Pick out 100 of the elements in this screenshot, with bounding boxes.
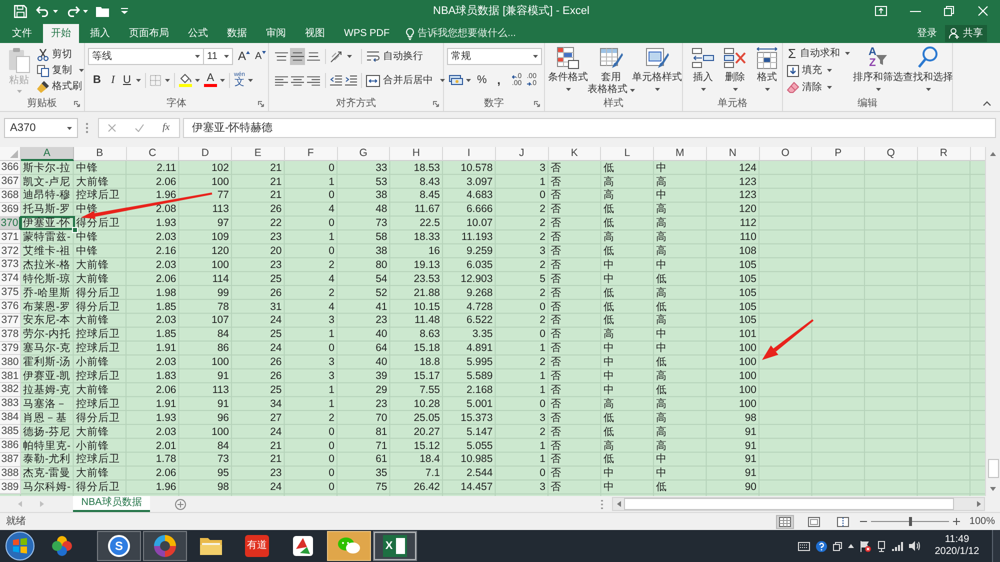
find-select-button[interactable]: 查找和选择 <box>903 46 953 96</box>
column-header[interactable]: O <box>760 147 812 161</box>
column-header[interactable]: F <box>284 147 338 161</box>
taskbar-button[interactable]: S <box>97 531 141 561</box>
overlapping-squares-icon[interactable] <box>833 542 842 550</box>
row-header[interactable]: 372 <box>0 244 21 258</box>
horizontal-scrollbar[interactable] <box>612 497 985 511</box>
row-header[interactable]: 383 <box>0 397 21 412</box>
check-icon[interactable] <box>134 124 144 132</box>
flag-icon[interactable] <box>860 540 871 552</box>
delete-cells-button[interactable]: 删除 <box>719 47 751 96</box>
accounting-format-button[interactable] <box>449 74 471 86</box>
scrollbar-thumb[interactable] <box>624 498 954 510</box>
caret-up-icon[interactable] <box>848 544 854 548</box>
format-as-table-button[interactable]: 套用 表格格式 <box>590 46 632 96</box>
row-header[interactable]: 386 <box>0 438 21 453</box>
row-header[interactable]: 373 <box>0 258 21 272</box>
restore-icon[interactable] <box>944 6 954 16</box>
customize-toolbar-icon[interactable] <box>121 8 128 14</box>
row-header[interactable]: 378 <box>0 328 21 342</box>
bold-button[interactable]: B <box>90 74 104 86</box>
row-header[interactable]: 389 <box>0 480 21 494</box>
column-header[interactable]: C <box>126 147 180 161</box>
wrap-text-button[interactable]: 自动换行 <box>366 49 423 64</box>
minimize-icon[interactable] <box>910 10 920 12</box>
column-header[interactable]: B <box>74 147 126 161</box>
column-header[interactable]: G <box>338 147 390 161</box>
percent-button[interactable]: % <box>477 74 487 86</box>
column-header[interactable]: E <box>232 147 285 161</box>
column-header[interactable]: H <box>390 147 443 161</box>
column-header[interactable]: I <box>443 147 496 161</box>
scroll-right-icon[interactable] <box>976 501 980 507</box>
format-painter-button[interactable]: 格式刷 <box>37 79 84 94</box>
keyboard-icon[interactable] <box>798 542 810 550</box>
row-header[interactable]: 385 <box>0 424 21 439</box>
font-name-field[interactable]: 等线 <box>88 48 204 65</box>
cut-button[interactable]: 剪切 <box>37 47 84 62</box>
slider-thumb[interactable] <box>908 517 912 526</box>
shrink-font-button[interactable]: A <box>255 49 266 64</box>
row-header[interactable]: 388 <box>0 466 21 480</box>
column-header[interactable]: D <box>179 147 232 161</box>
ribbon-tab[interactable]: 公式 <box>180 24 216 43</box>
share-button[interactable]: 共享 <box>945 25 987 42</box>
signal-bars-icon[interactable] <box>892 542 903 550</box>
scroll-down-icon[interactable] <box>990 487 996 491</box>
decrease-indent-icon[interactable] <box>330 75 342 86</box>
dialog-launcher-icon[interactable] <box>74 101 80 107</box>
row-header[interactable]: 387 <box>0 452 21 467</box>
sort-filter-button[interactable]: A Z 排序和筛选 <box>853 46 903 96</box>
copy-button[interactable]: 复制 <box>37 63 84 78</box>
taskbar-button[interactable]: 有道 <box>235 531 279 561</box>
row-header[interactable]: 382 <box>0 383 21 398</box>
dialog-launcher-icon[interactable] <box>534 101 540 107</box>
font-color-button[interactable]: A <box>204 73 225 87</box>
ribbon-tab[interactable]: 页面布局 <box>121 24 177 43</box>
row-header[interactable]: 379 <box>0 342 21 356</box>
column-header[interactable]: N <box>706 147 760 161</box>
row-header[interactable]: 375 <box>0 286 21 300</box>
insert-cells-button[interactable]: 插入 <box>687 47 719 96</box>
ribbon-tab[interactable]: 数据 <box>219 24 255 43</box>
ribbon-tab[interactable]: 插入 <box>82 24 118 43</box>
ribbon-display-options-icon[interactable] <box>875 6 887 16</box>
increase-indent-icon[interactable] <box>345 75 357 86</box>
scrollbar-thumb[interactable] <box>988 459 998 478</box>
sign-in-link[interactable]: 登录 <box>917 24 937 43</box>
close-icon[interactable] <box>978 6 988 16</box>
italic-button[interactable]: I <box>106 74 120 86</box>
underline-button[interactable]: U <box>123 74 141 86</box>
clear-button[interactable]: 清除 <box>787 80 853 95</box>
row-header[interactable]: 380 <box>0 355 21 370</box>
row-header[interactable]: 374 <box>0 272 21 286</box>
column-header[interactable]: M <box>654 147 707 161</box>
folder-icon[interactable] <box>96 6 109 16</box>
row-header[interactable]: 377 <box>0 314 21 328</box>
scroll-left-icon[interactable] <box>616 501 620 507</box>
insert-function-button[interactable]: fx <box>162 123 170 133</box>
row-header[interactable]: 368 <box>0 188 21 203</box>
row-header[interactable]: 367 <box>0 174 21 189</box>
borders-button[interactable] <box>150 74 170 86</box>
ribbon-tab[interactable]: 文件 <box>4 24 40 43</box>
save-icon[interactable] <box>14 4 27 18</box>
column-header[interactable]: J <box>496 147 548 161</box>
row-header[interactable]: 376 <box>0 300 21 314</box>
sheet-tab[interactable]: NBA球员数据 <box>73 496 150 512</box>
ribbon-tab[interactable]: 视图 <box>297 24 333 43</box>
undo-icon[interactable] <box>36 6 50 16</box>
zoom-in-icon[interactable] <box>953 518 960 525</box>
comma-button[interactable]: , <box>494 74 503 86</box>
dialog-launcher-icon[interactable] <box>433 101 439 107</box>
view-button[interactable] <box>776 514 794 528</box>
column-header[interactable]: P <box>812 147 865 161</box>
autosum-button[interactable]: Σ 自动求和 <box>787 46 853 61</box>
redo-icon[interactable] <box>66 6 80 16</box>
row-header[interactable]: 366 <box>0 161 21 175</box>
cell-styles-button[interactable]: 单元格样式 <box>632 46 682 96</box>
tell-me-field[interactable]: 告诉我您想要做什么... <box>418 26 526 41</box>
name-box[interactable]: A370 <box>4 118 78 138</box>
scroll-up-icon[interactable] <box>990 152 996 156</box>
fill-color-button[interactable] <box>178 73 200 87</box>
fill-button[interactable]: 填充 <box>787 63 853 78</box>
